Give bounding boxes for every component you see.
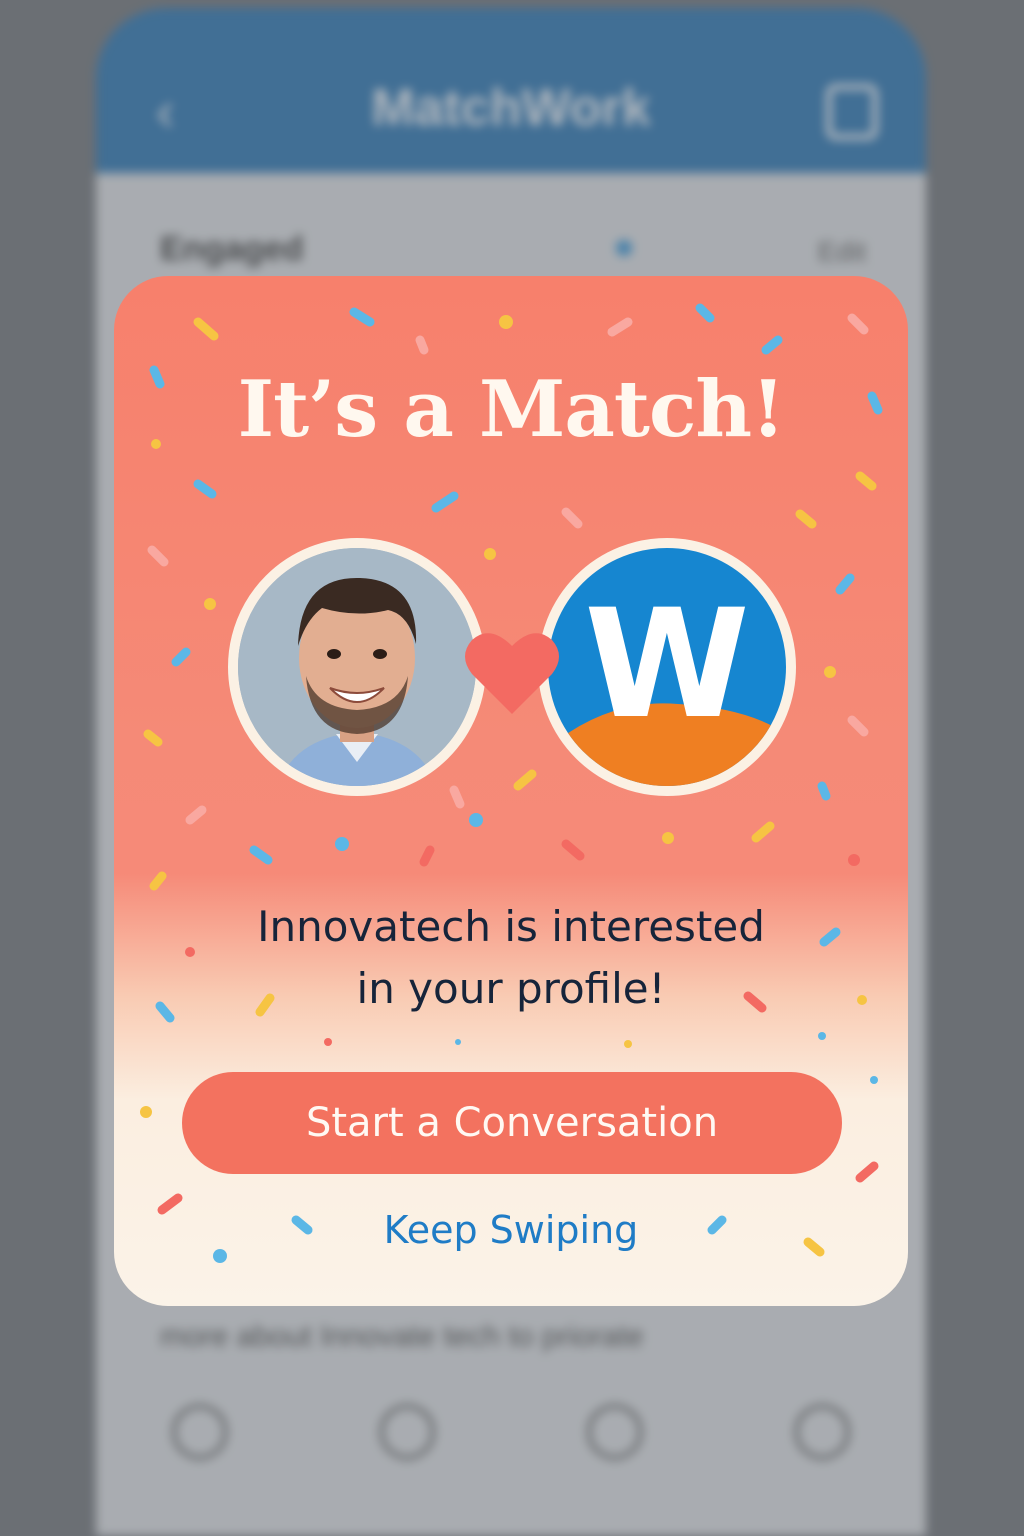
user-avatar [228, 538, 486, 796]
status-dot-icon [616, 240, 632, 256]
edit-link[interactable]: Edit [818, 236, 866, 268]
company-logo: W [538, 538, 796, 796]
bottom-nav: ◯ ◯ ◯ ◯ [96, 1396, 926, 1476]
heart-icon [465, 633, 559, 714]
company-logo-letter: W [584, 578, 750, 752]
background-footer-text: more about Innovate tech to priorate [160, 1320, 644, 1353]
start-conversation-button[interactable]: Start a Conversation [182, 1072, 842, 1174]
match-message-line2: in your profile! [356, 964, 666, 1013]
match-title: It’s a Match! [237, 364, 786, 455]
app-title: MatchWork [371, 79, 651, 137]
app-header: ‹ MatchWork [96, 8, 926, 173]
chat-icon[interactable]: ◯ [377, 1396, 437, 1476]
status-label: Engaged [160, 230, 304, 268]
keep-swiping-link[interactable]: Keep Swiping [114, 1208, 908, 1252]
circle-icon[interactable]: ◯ [585, 1396, 645, 1476]
user-photo [238, 548, 476, 786]
match-message: Innovatech is interested in your profile… [174, 896, 848, 1020]
person-icon[interactable]: ◯ [170, 1396, 230, 1476]
menu-icon[interactable] [826, 84, 878, 140]
settings-icon[interactable]: ◯ [792, 1396, 852, 1476]
match-message-line1: Innovatech is interested [257, 902, 765, 951]
match-modal: It’s a Match! W Innovatech is interested… [114, 276, 908, 1306]
